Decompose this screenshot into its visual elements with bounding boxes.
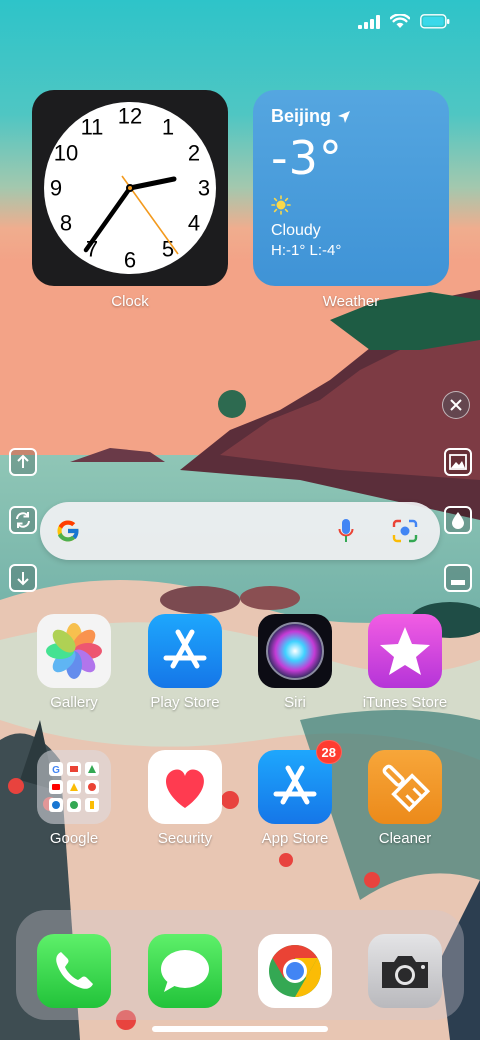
photos-flower-icon xyxy=(37,614,111,688)
app-cleaner[interactable]: Cleaner xyxy=(355,750,455,847)
siri-orb-icon xyxy=(258,614,332,688)
dock-camera[interactable] xyxy=(355,934,455,1008)
notification-badge: 28 xyxy=(315,740,342,764)
battery-icon xyxy=(420,14,450,29)
weather-label: Weather xyxy=(322,293,380,310)
clock-numeral: 4 xyxy=(188,211,200,236)
app-gallery[interactable]: Gallery xyxy=(24,614,124,711)
home-indicator[interactable] xyxy=(152,1026,328,1032)
clock-numeral: 3 xyxy=(198,176,210,201)
clock-face: 12 1 2 3 4 5 6 7 8 9 10 11 xyxy=(44,102,216,274)
clock-numeral: 9 xyxy=(50,176,62,201)
weather-widget[interactable]: Beijing -3° Cloudy H:-1° L:-4° xyxy=(253,90,449,286)
weather-city: Beijing xyxy=(271,106,332,126)
weather-high-low: H:-1° L:-4° xyxy=(271,242,342,259)
scroll-down-button[interactable] xyxy=(9,564,37,592)
messages-icon xyxy=(148,934,222,1008)
status-bar xyxy=(358,14,450,29)
clock-label: Clock xyxy=(111,293,149,310)
star-icon xyxy=(368,614,442,688)
arrow-down-icon xyxy=(17,572,29,586)
heart-icon xyxy=(148,750,222,824)
clock-numeral: 1 xyxy=(162,115,174,140)
folder-icon: G xyxy=(37,750,111,824)
bottom-bar-button[interactable] xyxy=(444,564,472,592)
app-label: Cleaner xyxy=(378,830,432,847)
app-store-a-icon xyxy=(148,614,222,688)
water-drop-button[interactable] xyxy=(444,506,472,534)
clock-numeral: 12 xyxy=(118,104,142,129)
lens-camera-icon[interactable] xyxy=(392,519,418,543)
microphone-icon[interactable] xyxy=(338,518,354,544)
phone-icon xyxy=(37,934,111,1008)
scroll-up-button[interactable] xyxy=(9,448,37,476)
google-search-bar[interactable] xyxy=(40,502,440,560)
app-label: iTunes Store xyxy=(362,694,448,711)
app-label: Security xyxy=(157,830,213,847)
close-icon xyxy=(450,399,462,411)
broom-icon xyxy=(368,750,442,824)
app-itunes-store[interactable]: iTunes Store xyxy=(355,614,455,711)
weather-temperature: -3° xyxy=(271,131,343,185)
clock-numeral: 2 xyxy=(188,141,200,166)
app-security[interactable]: Security xyxy=(135,750,235,847)
app-siri[interactable]: Siri xyxy=(245,614,345,711)
dock-chrome[interactable] xyxy=(245,934,345,1008)
clock-numeral: 6 xyxy=(124,248,136,273)
bottom-bar-icon xyxy=(451,580,465,585)
clock-numeral: 10 xyxy=(54,141,78,166)
app-label: Play Store xyxy=(150,694,220,711)
wallpaper-button[interactable] xyxy=(444,448,472,476)
app-label: App Store xyxy=(261,830,329,847)
clock-widget[interactable]: 12 1 2 3 4 5 6 7 8 9 10 11 xyxy=(32,90,228,286)
arrow-up-icon xyxy=(17,454,29,468)
folder-google[interactable]: G Google xyxy=(24,750,124,847)
app-label: Gallery xyxy=(50,694,98,711)
signal-icon xyxy=(358,14,380,29)
dock-messages[interactable] xyxy=(135,934,235,1008)
water-drop-icon xyxy=(452,512,464,529)
close-button[interactable] xyxy=(442,391,470,419)
chrome-icon xyxy=(258,934,332,1008)
camera-icon xyxy=(368,934,442,1008)
image-icon xyxy=(449,454,467,470)
dock-phone[interactable] xyxy=(24,934,124,1008)
wifi-icon xyxy=(390,14,410,28)
rotate-icon xyxy=(16,512,30,528)
location-arrow-icon xyxy=(338,110,351,123)
app-label: Siri xyxy=(284,694,306,711)
rotate-button[interactable] xyxy=(9,506,37,534)
svg-text:G: G xyxy=(52,765,60,776)
app-label: Google xyxy=(49,830,99,847)
app-play-store[interactable]: Play Store xyxy=(135,614,235,711)
weather-condition: Cloudy xyxy=(271,222,321,239)
sun-icon xyxy=(271,195,291,215)
google-g-icon xyxy=(57,520,80,542)
clock-numeral: 11 xyxy=(81,115,104,140)
clock-numeral: 8 xyxy=(60,211,72,236)
app-app-store[interactable]: 28 App Store xyxy=(245,740,345,847)
